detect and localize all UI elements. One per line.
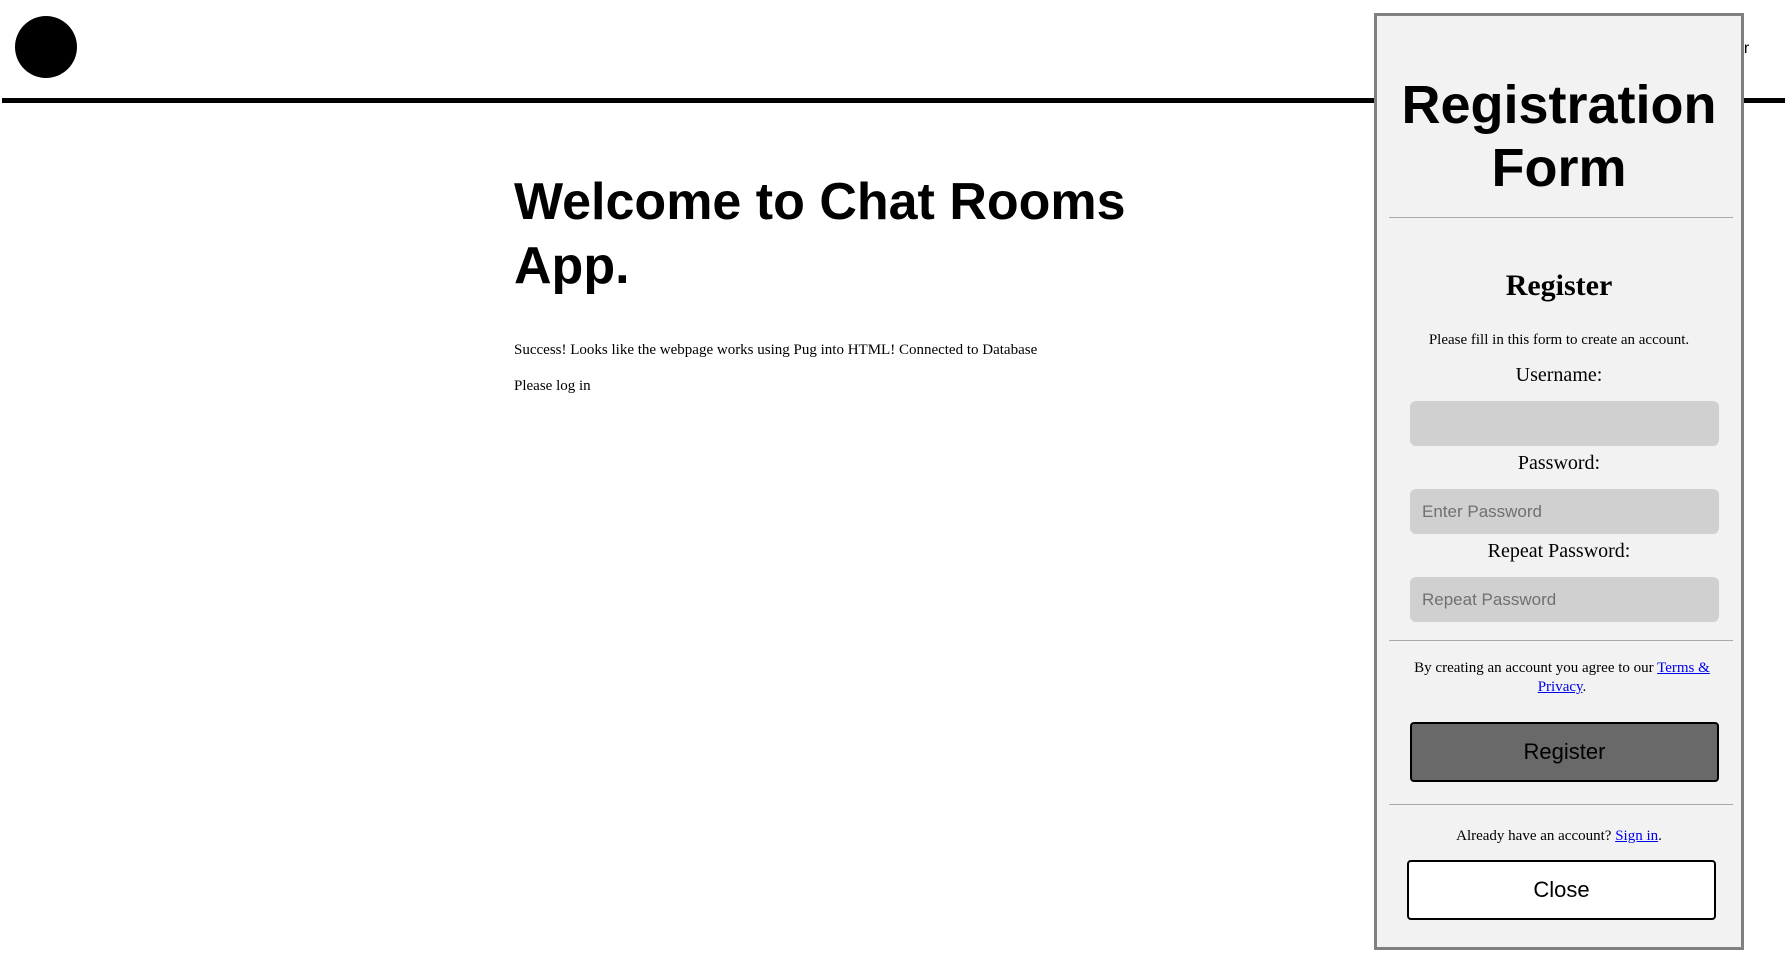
logo-icon[interactable] xyxy=(15,16,77,78)
divider xyxy=(1389,640,1733,641)
username-field[interactable] xyxy=(1410,401,1719,446)
repeat-password-label: Repeat Password: xyxy=(1487,540,1631,562)
signin-link[interactable]: Sign in xyxy=(1615,828,1658,844)
divider xyxy=(1389,804,1733,805)
terms-notice: By creating an account you agree to our … xyxy=(1395,659,1729,697)
success-message: Success! Looks like the webpage works us… xyxy=(514,342,1038,358)
registration-modal: Registration Form Register Please fill i… xyxy=(1374,13,1744,950)
register-button[interactable]: Register xyxy=(1410,722,1719,782)
signin-suffix: . xyxy=(1658,828,1662,844)
signin-prefix: Already have an account? xyxy=(1456,828,1616,844)
form-instructions: Please fill in this form to create an ac… xyxy=(1428,332,1690,348)
close-button[interactable]: Close xyxy=(1407,860,1716,920)
register-heading: Register xyxy=(1505,269,1613,302)
modal-title: Registration Form xyxy=(1401,75,1717,198)
main-content: Welcome to Chat Rooms App. Success! Look… xyxy=(514,170,1214,396)
terms-prefix: By creating an account you agree to our xyxy=(1414,660,1658,676)
repeat-password-field[interactable] xyxy=(1410,577,1719,622)
login-prompt: Please log in xyxy=(514,378,591,394)
username-label: Username: xyxy=(1515,364,1603,386)
divider xyxy=(1389,217,1733,218)
password-field[interactable] xyxy=(1410,489,1719,534)
password-label: Password: xyxy=(1517,452,1601,474)
signin-prompt: Already have an account? Sign in. xyxy=(1377,828,1741,845)
page-title: Welcome to Chat Rooms App. xyxy=(514,173,1126,295)
terms-suffix: . xyxy=(1582,679,1587,695)
